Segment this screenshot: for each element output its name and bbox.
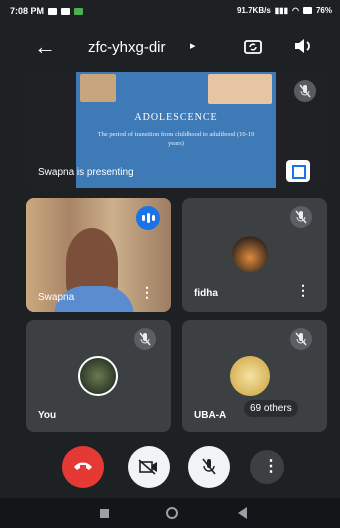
- camera-toggle-button[interactable]: [128, 446, 170, 488]
- speaking-indicator-icon: [136, 206, 160, 230]
- participant-more-icon[interactable]: ⋮: [140, 284, 154, 301]
- presenting-caption: Swapna is presenting: [38, 167, 134, 178]
- end-call-button[interactable]: [62, 446, 104, 488]
- more-vert-icon: ⋮: [263, 458, 279, 475]
- fullscreen-icon[interactable]: [286, 160, 310, 182]
- recents-icon[interactable]: [100, 509, 109, 518]
- participant-more-icon[interactable]: ⋮: [296, 282, 310, 299]
- avatar: [78, 356, 118, 396]
- mic-off-icon: [134, 328, 156, 350]
- status-bar: 7:08 PM 91.7KB/s ▮▮▮ ◠ 76%: [0, 0, 340, 24]
- app-notification-icon: [74, 7, 84, 15]
- participant-name: Swapna: [38, 292, 75, 303]
- clock: 7:08 PM: [10, 6, 45, 16]
- video-notification-icon: [61, 7, 71, 15]
- others-count-badge[interactable]: 69 others: [244, 400, 298, 417]
- arrow-back-icon[interactable]: ←: [34, 36, 56, 58]
- participant-name: You: [38, 410, 57, 421]
- slide-photo: [208, 74, 272, 104]
- back-icon[interactable]: [238, 507, 247, 519]
- participant-tile-fidha[interactable]: fidha ⋮: [182, 198, 327, 312]
- battery-level: 76%: [315, 6, 332, 15]
- home-icon[interactable]: [166, 507, 178, 519]
- more-options-button[interactable]: ⋮: [250, 450, 284, 484]
- participant-name: fidha: [194, 288, 218, 299]
- presentation-tile[interactable]: ADOLESCENCE The period of transition fro…: [26, 72, 326, 188]
- notification-icon: [48, 7, 58, 15]
- participant-tile-you[interactable]: You: [26, 320, 171, 432]
- battery-icon: [302, 7, 312, 14]
- meeting-header: ← zfc-yhxg-dir ▸: [0, 28, 340, 68]
- camera-off-icon: [138, 459, 157, 475]
- mic-off-icon: [202, 458, 216, 475]
- speaker-icon[interactable]: [293, 37, 313, 55]
- meeting-code[interactable]: zfc-yhxg-dir: [88, 39, 166, 56]
- mic-off-icon: [290, 206, 312, 228]
- avatar: [230, 356, 270, 396]
- meeting-info-caret-icon[interactable]: ▸: [190, 39, 196, 52]
- slide-text: The period of transition from childhood …: [97, 131, 255, 147]
- network-speed: 91.7KB/s: [236, 6, 271, 15]
- system-nav-bar: [0, 498, 340, 528]
- participant-name: UBA-A: [194, 410, 227, 421]
- phone-hangup-icon: [74, 462, 92, 470]
- avatar: [232, 236, 268, 272]
- wifi-icon: ◠: [292, 6, 299, 15]
- mic-off-icon: [290, 328, 312, 350]
- mic-toggle-button[interactable]: [188, 446, 230, 488]
- participant-tile-swapna[interactable]: Swapna ⋮: [26, 198, 171, 312]
- participant-tile-uba[interactable]: UBA-A 69 others: [182, 320, 327, 432]
- slide-photo: [80, 74, 116, 102]
- camera-switch-icon[interactable]: [243, 36, 263, 56]
- signal-icon: ▮▮▮: [274, 6, 288, 15]
- mic-off-icon: [294, 80, 316, 102]
- slide-title: ADOLESCENCE: [134, 112, 218, 123]
